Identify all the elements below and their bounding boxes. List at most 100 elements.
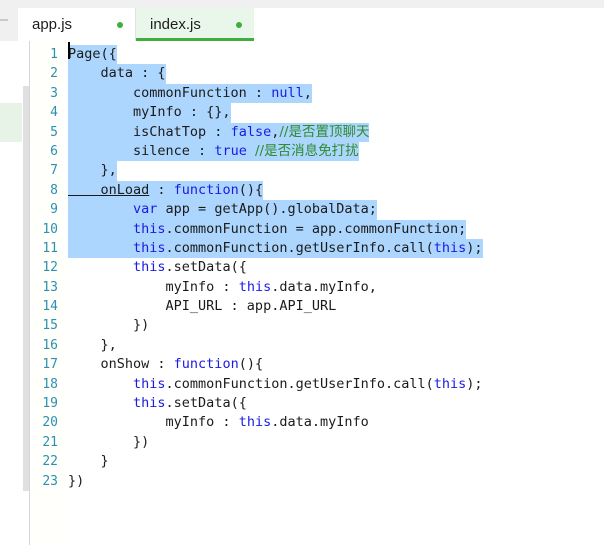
editor-tab-bar: app.js index.js bbox=[0, 0, 604, 41]
line-number: 6 bbox=[50, 143, 58, 159]
code-line[interactable]: 17 onShow : function(){ bbox=[0, 355, 604, 374]
code-token: this bbox=[238, 278, 272, 295]
code-text: API_URL : app.API_URL bbox=[68, 297, 337, 316]
line-number: 18 bbox=[42, 376, 58, 392]
line-number: 4 bbox=[50, 105, 58, 121]
code-line[interactable]: 15 }) bbox=[0, 316, 604, 335]
line-number: 8 bbox=[50, 182, 58, 198]
line-number: 16 bbox=[42, 337, 58, 353]
code-token: this bbox=[133, 395, 166, 412]
code-token: : bbox=[149, 181, 174, 198]
tab-bar-left-edge bbox=[0, 0, 18, 41]
code-text: }) bbox=[68, 316, 149, 335]
code-text: this.commonFunction.getUserInfo.call(thi… bbox=[68, 238, 483, 259]
code-token: silence : bbox=[68, 142, 215, 159]
code-editor-area[interactable]: 1 Page({2 data : {3 commonFunction : null… bbox=[0, 41, 604, 545]
code-line[interactable]: 21 }) bbox=[0, 433, 604, 452]
code-line[interactable]: 7 }, bbox=[0, 161, 604, 181]
code-text: }, bbox=[68, 161, 117, 181]
code-token: function bbox=[173, 181, 239, 198]
code-token: .commonFunction.getUserInfo.call( bbox=[165, 375, 434, 392]
line-number: 1 bbox=[50, 47, 58, 62]
code-line[interactable]: 5 isChatTop : false,//是否置顶聊天 bbox=[0, 122, 604, 142]
code-line[interactable]: 14 API_URL : app.API_URL bbox=[0, 297, 604, 316]
code-text: }) bbox=[68, 472, 84, 491]
code-token: } bbox=[68, 453, 109, 470]
code-line[interactable]: 12 this.setData({ bbox=[0, 258, 604, 277]
line-number: 15 bbox=[42, 318, 58, 334]
code-line[interactable]: 11 this.commonFunction.getUserInfo.call(… bbox=[0, 238, 604, 259]
code-token: .commonFunction = app.commonFunction; bbox=[165, 220, 467, 237]
code-token: }, bbox=[68, 336, 117, 353]
code-token: data : { bbox=[68, 65, 166, 82]
line-number: 14 bbox=[42, 299, 58, 315]
line-number: 3 bbox=[50, 85, 58, 101]
tab-label: index.js bbox=[150, 16, 201, 33]
code-token: .commonFunction.getUserInfo.call( bbox=[165, 239, 434, 256]
code-line[interactable]: 10 this.commonFunction = app.commonFunct… bbox=[0, 219, 604, 239]
code-token: this bbox=[133, 220, 166, 237]
code-text: Page({ bbox=[68, 45, 117, 65]
code-line[interactable]: 22 } bbox=[0, 452, 604, 471]
line-number: 13 bbox=[42, 279, 58, 295]
code-lines-container[interactable]: 1 Page({2 data : {3 commonFunction : null… bbox=[0, 45, 604, 491]
code-token: }, bbox=[68, 162, 117, 179]
code-line[interactable]: 20 myInfo : this.data.myInfo bbox=[0, 413, 604, 432]
code-token: this bbox=[133, 239, 166, 256]
code-token: }) bbox=[68, 433, 150, 450]
code-line[interactable]: 13 myInfo : this.data.myInfo, bbox=[0, 278, 604, 297]
code-line[interactable]: 1 Page({ bbox=[0, 45, 604, 65]
code-token: .data.myInfo bbox=[271, 414, 369, 431]
tab-index-js[interactable]: index.js bbox=[136, 8, 254, 41]
code-token: null bbox=[271, 84, 304, 101]
tab-app-js[interactable]: app.js bbox=[18, 8, 136, 41]
tab-bar-empty-area bbox=[254, 8, 604, 41]
code-line[interactable]: 6 silence : true //是否消息免打扰 bbox=[0, 141, 604, 162]
code-text: } bbox=[68, 452, 109, 471]
code-line[interactable]: 4 myInfo : {}, bbox=[0, 103, 604, 123]
code-text: myInfo : {}, bbox=[68, 103, 231, 123]
code-token: ); bbox=[466, 375, 483, 392]
line-number: 9 bbox=[50, 202, 58, 218]
code-token: this bbox=[133, 375, 166, 392]
code-token: onLoad bbox=[68, 181, 150, 198]
code-line[interactable]: 18 this.commonFunction.getUserInfo.call(… bbox=[0, 375, 604, 394]
code-text: myInfo : this.data.myInfo bbox=[68, 413, 369, 432]
code-token: (){ bbox=[238, 181, 264, 198]
code-token: false bbox=[230, 123, 272, 140]
code-line[interactable]: 2 data : { bbox=[0, 64, 604, 84]
code-token: , bbox=[303, 84, 312, 101]
text-caret bbox=[68, 42, 70, 59]
code-token: }) bbox=[68, 317, 150, 334]
line-number: 19 bbox=[42, 396, 58, 412]
line-number: 23 bbox=[42, 473, 58, 489]
code-token: myInfo : bbox=[68, 414, 239, 431]
line-number: 7 bbox=[50, 163, 58, 179]
code-token: commonFunction : bbox=[68, 84, 272, 101]
code-token: true bbox=[214, 142, 247, 159]
code-token: }) bbox=[68, 472, 85, 489]
code-line[interactable]: 3 commonFunction : null, bbox=[0, 83, 604, 104]
code-token: .setData({ bbox=[165, 395, 247, 412]
code-editor-window: app.js index.js 1 Page({2 data : {3 commo… bbox=[0, 0, 604, 545]
line-number: 5 bbox=[50, 124, 58, 140]
code-token: onShow : bbox=[68, 356, 174, 373]
line-number: 22 bbox=[42, 454, 58, 470]
code-text: }, bbox=[68, 336, 117, 355]
code-line[interactable]: 9 var app = getApp().globalData; bbox=[0, 200, 604, 220]
code-token: //是否消息免打扰 bbox=[254, 142, 359, 159]
code-line[interactable]: 16 }, bbox=[0, 336, 604, 355]
code-token: this bbox=[433, 239, 467, 256]
line-number: 21 bbox=[42, 434, 58, 450]
code-token: this bbox=[238, 414, 272, 431]
code-text: }) bbox=[68, 433, 149, 452]
code-line[interactable]: 23}) bbox=[0, 472, 604, 491]
code-text: onLoad : function(){ bbox=[68, 180, 264, 201]
code-line[interactable]: 8 onLoad : function(){ bbox=[0, 180, 604, 201]
code-line[interactable]: 19 this.setData({ bbox=[0, 394, 604, 413]
code-token: .data.myInfo, bbox=[271, 278, 377, 295]
tab-label: app.js bbox=[32, 16, 73, 33]
